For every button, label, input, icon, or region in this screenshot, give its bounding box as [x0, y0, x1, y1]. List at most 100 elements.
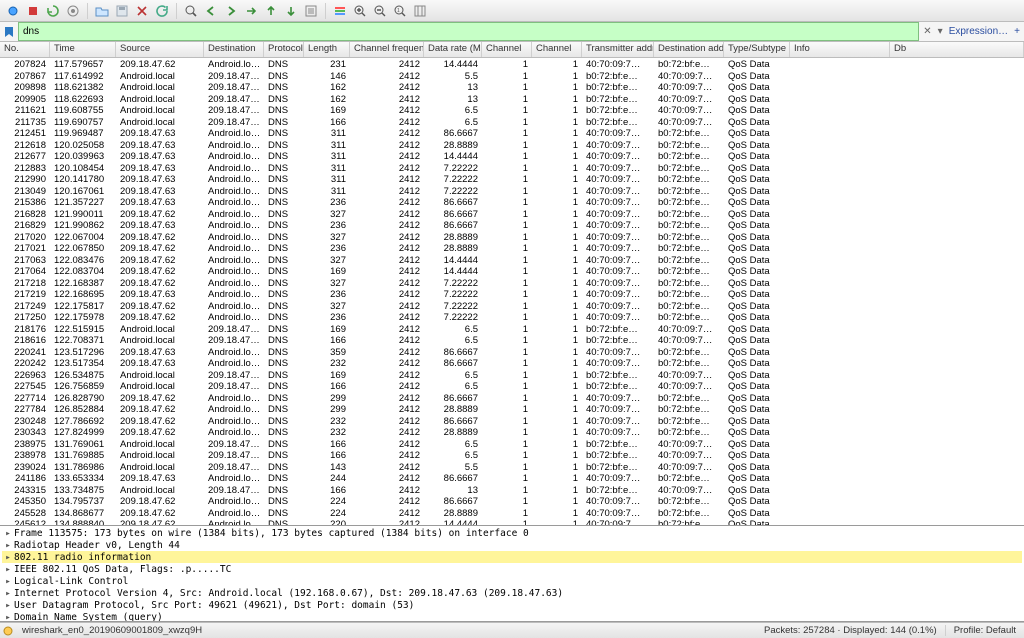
capture-options-icon[interactable] [64, 2, 82, 20]
col-header-proto[interactable]: Protocol [264, 42, 304, 57]
table-row[interactable]: 215386121.357227209.18.47.63Android.lo…D… [0, 196, 1024, 208]
table-row[interactable]: 217219122.168695209.18.47.63Android.lo…D… [0, 288, 1024, 300]
col-header-tx[interactable]: Transmitter addre [582, 42, 654, 57]
table-row[interactable]: 217249122.175817209.18.47.62Android.lo…D… [0, 300, 1024, 312]
reload-icon[interactable] [153, 2, 171, 20]
expand-twisty-icon[interactable]: ▸ [2, 552, 14, 563]
table-row[interactable]: 241186133.653334209.18.47.63Android.lo…D… [0, 472, 1024, 484]
table-row[interactable]: 211621119.608755Android.local209.18.47…D… [0, 104, 1024, 116]
detail-tree-item[interactable]: ▸Frame 113575: 173 bytes on wire (1384 b… [2, 527, 1022, 539]
table-row[interactable]: 230343127.824999209.18.47.62Android.lo…D… [0, 426, 1024, 438]
col-header-freq[interactable]: Channel frequenc [350, 42, 424, 57]
col-header-db[interactable]: Db [890, 42, 1024, 57]
table-row[interactable]: 212451119.969487209.18.47.63Android.lo…D… [0, 127, 1024, 139]
table-row[interactable]: 212618120.025058209.18.47.63Android.lo…D… [0, 139, 1024, 151]
packet-list-header[interactable]: No. Time Source Destination Protocol Len… [0, 42, 1024, 58]
go-first-icon[interactable] [262, 2, 280, 20]
col-header-length[interactable]: Length [304, 42, 350, 57]
detail-tree-item[interactable]: ▸User Datagram Protocol, Src Port: 49621… [2, 599, 1022, 611]
table-row[interactable]: 230248127.786692209.18.47.62Android.lo…D… [0, 415, 1024, 427]
table-row[interactable]: 212990120.141780209.18.47.63Android.lo…D… [0, 173, 1024, 185]
expand-twisty-icon[interactable]: ▸ [2, 600, 14, 611]
col-header-info[interactable]: Info [790, 42, 890, 57]
expand-twisty-icon[interactable]: ▸ [2, 612, 14, 623]
add-filter-button[interactable]: + [1014, 26, 1020, 37]
table-row[interactable]: 218176122.515915Android.local209.18.47…D… [0, 323, 1024, 335]
expand-twisty-icon[interactable]: ▸ [2, 528, 14, 539]
open-file-icon[interactable] [93, 2, 111, 20]
jump-to-icon[interactable] [242, 2, 260, 20]
start-capture-icon[interactable] [4, 2, 22, 20]
table-row[interactable]: 212883120.108454209.18.47.63Android.lo…D… [0, 162, 1024, 174]
packet-details-pane[interactable]: ▸Frame 113575: 173 bytes on wire (1384 b… [0, 526, 1024, 622]
resize-columns-icon[interactable] [411, 2, 429, 20]
expand-twisty-icon[interactable]: ▸ [2, 540, 14, 551]
detail-tree-item[interactable]: ▸Logical-Link Control [2, 575, 1022, 587]
detail-tree-item[interactable]: ▸Internet Protocol Version 4, Src: Andro… [2, 587, 1022, 599]
col-header-rx[interactable]: Destination addre [654, 42, 724, 57]
go-last-icon[interactable] [282, 2, 300, 20]
table-row[interactable]: 216828121.990011209.18.47.62Android.lo…D… [0, 208, 1024, 220]
detail-tree-item[interactable]: ▸Radiotap Header v0, Length 44 [2, 539, 1022, 551]
zoom-out-icon[interactable] [371, 2, 389, 20]
table-row[interactable]: 209905118.622693Android.local209.18.47…D… [0, 93, 1024, 105]
table-row[interactable]: 207867117.614992Android.local209.18.47…D… [0, 70, 1024, 82]
expand-twisty-icon[interactable]: ▸ [2, 576, 14, 587]
table-row[interactable]: 245350134.795737209.18.47.62Android.lo…D… [0, 495, 1024, 507]
table-row[interactable]: 217064122.083704209.18.47.62Android.lo…D… [0, 265, 1024, 277]
detail-tree-item[interactable]: ▸Domain Name System (query) [2, 611, 1022, 622]
table-row[interactable]: 212677120.039963209.18.47.63Android.lo…D… [0, 150, 1024, 162]
expand-twisty-icon[interactable]: ▸ [2, 564, 14, 575]
table-row[interactable]: 217021122.067850209.18.47.62Android.lo…D… [0, 242, 1024, 254]
col-header-time[interactable]: Time [50, 42, 116, 57]
go-forward-icon[interactable] [222, 2, 240, 20]
table-row[interactable]: 220242123.517354209.18.47.63Android.lo…D… [0, 357, 1024, 369]
detail-tree-item[interactable]: ▸802.11 radio information [2, 551, 1022, 563]
col-header-no[interactable]: No. [0, 42, 50, 57]
table-row[interactable]: 226963126.534875Android.local209.18.47…D… [0, 369, 1024, 381]
expand-twisty-icon[interactable]: ▸ [2, 588, 14, 599]
zoom-reset-icon[interactable]: 1 [391, 2, 409, 20]
table-row[interactable]: 227545126.756859Android.local209.18.47…D… [0, 380, 1024, 392]
table-row[interactable]: 239024131.786986Android.local209.18.47…D… [0, 461, 1024, 473]
go-back-icon[interactable] [202, 2, 220, 20]
col-header-rate[interactable]: Data rate (Mb/s) [424, 42, 482, 57]
clear-filter-icon[interactable]: ✕ [923, 26, 931, 37]
expression-button[interactable]: Expression… [949, 26, 1008, 37]
col-header-source[interactable]: Source [116, 42, 204, 57]
table-row[interactable]: 213049120.167061209.18.47.63Android.lo…D… [0, 185, 1024, 197]
display-filter-input[interactable] [18, 22, 919, 41]
table-row[interactable]: 243315133.734875Android.local209.18.47…D… [0, 484, 1024, 496]
table-row[interactable]: 211735119.690757Android.local209.18.47…D… [0, 116, 1024, 128]
zoom-in-icon[interactable] [351, 2, 369, 20]
table-row[interactable]: 217250122.175978209.18.47.62Android.lo…D… [0, 311, 1024, 323]
expert-info-icon[interactable] [0, 626, 16, 636]
close-file-icon[interactable] [133, 2, 151, 20]
col-header-dest[interactable]: Destination [204, 42, 264, 57]
col-header-ch2[interactable]: Channel [532, 42, 582, 57]
packet-list[interactable]: No. Time Source Destination Protocol Len… [0, 42, 1024, 526]
table-row[interactable]: 220241123.517296209.18.47.63Android.lo…D… [0, 346, 1024, 358]
table-row[interactable]: 227784126.852884209.18.47.62Android.lo…D… [0, 403, 1024, 415]
profile-label[interactable]: Profile: Default [945, 625, 1024, 636]
table-row[interactable]: 217020122.067004209.18.47.62Android.lo…D… [0, 231, 1024, 243]
auto-scroll-icon[interactable] [302, 2, 320, 20]
col-header-ts[interactable]: Type/Subtype [724, 42, 790, 57]
table-row[interactable]: 238978131.769885Android.local209.18.47…D… [0, 449, 1024, 461]
find-icon[interactable] [182, 2, 200, 20]
table-row[interactable]: 217218122.168387209.18.47.62Android.lo…D… [0, 277, 1024, 289]
detail-tree-item[interactable]: ▸IEEE 802.11 QoS Data, Flags: .p.....TC [2, 563, 1022, 575]
table-row[interactable]: 245528134.868677209.18.47.62Android.lo…D… [0, 507, 1024, 519]
table-row[interactable]: 245612134.888840209.18.47.62Android.lo…D… [0, 518, 1024, 526]
save-file-icon[interactable] [113, 2, 131, 20]
col-header-ch1[interactable]: Channel [482, 42, 532, 57]
table-row[interactable]: 209898118.621382Android.local209.18.47…D… [0, 81, 1024, 93]
table-row[interactable]: 238975131.769061Android.local209.18.47…D… [0, 438, 1024, 450]
table-row[interactable]: 216829121.990862209.18.47.63Android.lo…D… [0, 219, 1024, 231]
stop-capture-icon[interactable] [24, 2, 42, 20]
table-row[interactable]: 227714126.828790209.18.47.62Android.lo…D… [0, 392, 1024, 404]
table-row[interactable]: 207824117.579657209.18.47.62Android.lo…D… [0, 58, 1024, 70]
bookmark-filter-icon[interactable] [0, 22, 18, 41]
table-row[interactable]: 217063122.083476209.18.47.62Android.lo…D… [0, 254, 1024, 266]
restart-capture-icon[interactable] [44, 2, 62, 20]
